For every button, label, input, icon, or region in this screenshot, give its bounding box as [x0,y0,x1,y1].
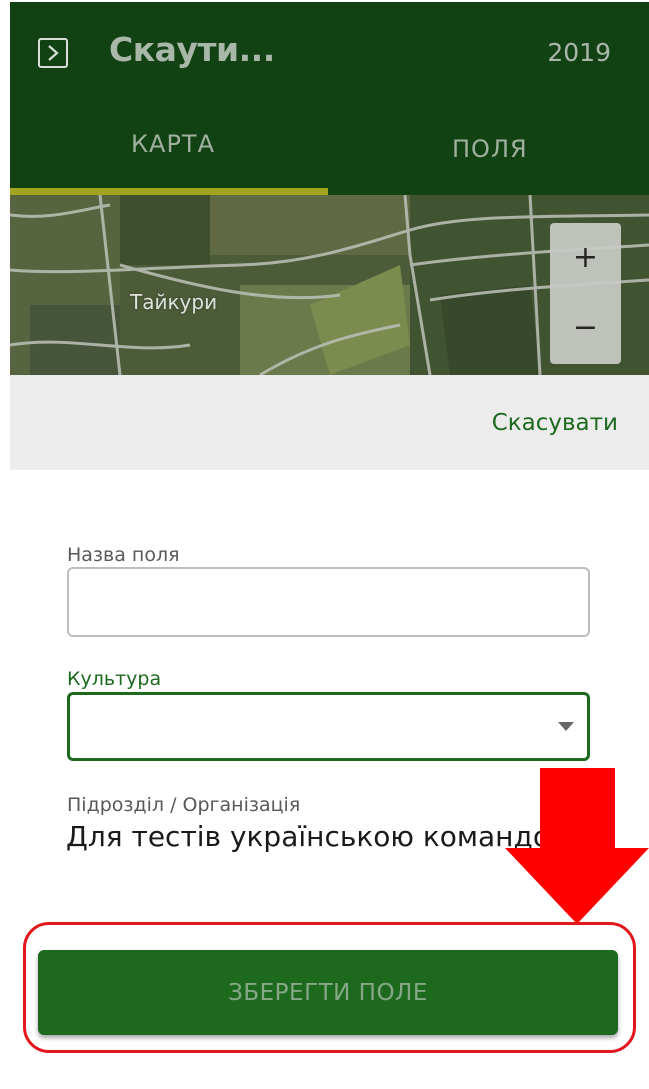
crop-select[interactable] [67,692,590,761]
chevron-right-icon[interactable] [38,38,68,68]
field-name-label: Назва поля [67,544,180,566]
arrow-down-icon [505,768,649,924]
org-value: Для тестів українською командою [66,820,574,853]
field-name-input[interactable] [69,569,588,635]
app-bar: Скаути... 2019 КАРТА ПОЛЯ [10,2,649,195]
satellite-map[interactable]: Тайкури + − [10,195,649,375]
crop-label: Культура [67,668,162,690]
tab-map[interactable]: КАРТА [131,130,215,158]
save-field-button[interactable]: ЗБЕРЕГТИ ПОЛЕ [38,950,618,1035]
dropdown-triangle-icon[interactable] [558,722,574,731]
zoom-out-button[interactable]: − [550,293,621,363]
map-place-label: Тайкури [130,290,218,314]
field-name-input-wrapper [67,567,590,637]
action-bar: Скасувати [10,375,649,470]
org-label: Підрозділ / Організація [67,794,301,816]
zoom-control: + − [550,223,621,364]
cancel-button[interactable]: Скасувати [492,410,618,436]
zoom-in-button[interactable]: + [550,223,621,293]
tab-fields[interactable]: ПОЛЯ [452,135,528,163]
save-field-label: ЗБЕРЕГТИ ПОЛЕ [228,979,428,1006]
active-tab-indicator [10,188,328,195]
season-year[interactable]: 2019 [547,38,611,67]
app-title: Скаути... [109,30,275,69]
